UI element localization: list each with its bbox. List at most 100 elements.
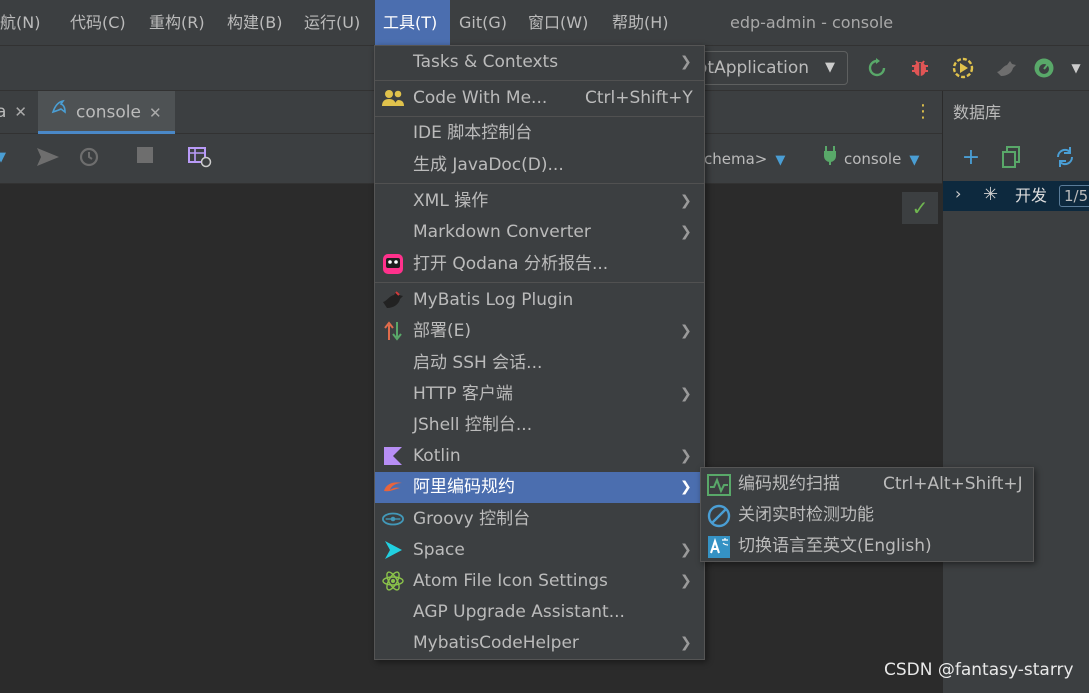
tab-console[interactable]: console ✕ — [38, 91, 175, 134]
chevron-down-icon: ▼ — [775, 153, 786, 168]
close-icon[interactable]: ✕ — [149, 104, 162, 122]
menu-item-label: 阿里编码规约 — [413, 477, 515, 497]
database-panel: 数据库 + › ✳ 开发 1/5 — [942, 91, 1089, 693]
users-icon — [382, 87, 404, 109]
menu-item-label: IDE 脚本控制台 — [413, 123, 533, 143]
menu-item-mybatis-log-plugin[interactable]: MyBatis Log Plugin — [375, 285, 704, 316]
chevron-right-icon[interactable]: › — [955, 184, 961, 203]
menu-item-label: Groovy 控制台 — [413, 509, 531, 529]
chevron-down-icon[interactable]: ▼ — [0, 150, 6, 165]
menu-item-label: Markdown Converter — [413, 222, 591, 242]
menu-tools[interactable]: 工具(T) — [375, 0, 450, 45]
scan-chart-icon — [707, 473, 731, 497]
settings-table-icon[interactable] — [188, 146, 212, 173]
menu-item-groovy-console[interactable]: Groovy 控制台 — [375, 504, 704, 535]
submenu-item-disable-realtime[interactable]: 关闭实时检测功能 — [701, 500, 1033, 531]
tree-row-dev[interactable]: › ✳ 开发 1/5 — [943, 181, 1089, 211]
atom-icon — [382, 570, 404, 592]
separator — [375, 183, 704, 184]
checkmark-icon: ✓ — [902, 192, 938, 224]
coverage-icon[interactable] — [951, 56, 975, 80]
run-configuration-select[interactable]: otApplication ▼ — [690, 51, 848, 85]
menu-item-jshell-console[interactable]: JShell 控制台... — [375, 410, 704, 441]
menu-item-http-client[interactable]: HTTP 客户端 ❯ — [375, 379, 704, 410]
alibaba-icon — [382, 476, 404, 498]
close-icon[interactable]: ✕ — [14, 103, 27, 121]
menu-item-qodana-report[interactable]: 打开 Qodana 分析报告... — [375, 249, 704, 280]
menu-item-label: 启动 SSH 会话... — [413, 353, 543, 373]
more-options-icon[interactable]: ⋮ — [914, 101, 932, 123]
prohibited-icon — [707, 504, 731, 528]
tab-label: console — [76, 102, 141, 123]
schema-label: chema> — [704, 150, 768, 168]
menu-bar: 导航(N) 代码(C) 重构(R) 构建(B) 运行(U) 工具(T) Git(… — [0, 0, 1089, 45]
session-select[interactable]: console ▼ — [824, 134, 919, 186]
menu-item-tasks-contexts[interactable]: Tasks & Contexts ❯ — [375, 47, 704, 78]
bird-icon — [382, 289, 404, 311]
menu-item-atom-file-icon-settings[interactable]: Atom File Icon Settings ❯ — [375, 566, 704, 597]
chevron-right-icon: ❯ — [680, 448, 692, 464]
menu-run[interactable]: 运行(U) — [304, 0, 360, 45]
shortcut-label: Ctrl+Alt+Shift+J — [883, 474, 1023, 494]
alibaba-submenu: 编码规约扫描 Ctrl+Alt+Shift+J 关闭实时检测功能 切换语言至英文… — [700, 467, 1034, 562]
menu-item-label: Atom File Icon Settings — [413, 571, 608, 591]
menu-item-deployment[interactable]: 部署(E) ❯ — [375, 316, 704, 347]
submenu-item-label: 切换语言至英文(English) — [738, 536, 932, 556]
execute-icon[interactable] — [36, 146, 60, 173]
schema-select[interactable]: chema> ▼ — [704, 134, 785, 186]
menu-navigate[interactable]: 导航(N) — [0, 0, 40, 45]
copy-icon[interactable] — [999, 145, 1023, 169]
menu-help[interactable]: 帮助(H) — [612, 0, 669, 45]
menu-item-alibaba-coding-guidelines[interactable]: 阿里编码规约 ❯ — [375, 472, 704, 503]
menu-item-code-with-me[interactable]: Code With Me... Ctrl+Shift+Y — [375, 83, 704, 114]
kotlin-icon — [382, 445, 404, 467]
history-icon[interactable] — [78, 146, 100, 173]
plug-icon — [822, 135, 838, 185]
menu-item-kotlin[interactable]: Kotlin ❯ — [375, 441, 704, 472]
menu-item-label: HTTP 客户端 — [413, 384, 513, 404]
shortcut-label: Ctrl+Shift+Y — [585, 88, 693, 108]
qodana-icon — [382, 253, 404, 275]
menu-item-ide-script-console[interactable]: IDE 脚本控制台 — [375, 118, 704, 149]
tools-menu: Tasks & Contexts ❯ Code With Me... Ctrl+… — [374, 45, 705, 660]
loading-spinner-icon: ✳ — [983, 184, 999, 205]
stop-icon[interactable] — [136, 146, 154, 169]
chevron-right-icon: ❯ — [680, 573, 692, 589]
menu-build[interactable]: 构建(B) — [227, 0, 282, 45]
menu-item-space[interactable]: Space ❯ — [375, 535, 704, 566]
menu-item-xml-actions[interactable]: XML 操作 ❯ — [375, 186, 704, 217]
menu-item-label: AGP Upgrade Assistant... — [413, 602, 625, 622]
menu-code[interactable]: 代码(C) — [70, 0, 126, 45]
submenu-item-switch-language[interactable]: 切换语言至英文(English) — [701, 531, 1033, 562]
menu-item-markdown-converter[interactable]: Markdown Converter ❯ — [375, 217, 704, 248]
panel-title: 数据库 — [953, 103, 1002, 122]
menu-window[interactable]: 窗口(W) — [528, 0, 588, 45]
tab-previous[interactable]: a ✕ — [0, 91, 27, 134]
profile-icon[interactable] — [994, 56, 1018, 80]
chevron-down-icon[interactable]: ▼ — [1064, 56, 1088, 80]
chevron-right-icon: ❯ — [680, 224, 692, 240]
dashboard-icon[interactable] — [1032, 56, 1056, 80]
add-icon[interactable]: + — [959, 145, 983, 170]
menu-item-label: 打开 Qodana 分析报告... — [413, 254, 609, 274]
menu-git[interactable]: Git(G) — [459, 0, 507, 45]
menu-item-generate-javadoc[interactable]: 生成 JavaDoc(D)... — [375, 150, 704, 181]
menu-item-label: Space — [413, 540, 465, 560]
submenu-item-coding-scan[interactable]: 编码规约扫描 Ctrl+Alt+Shift+J — [701, 469, 1033, 500]
menu-item-label: MybatisCodeHelper — [413, 633, 579, 653]
run-configuration-label: otApplication — [697, 58, 810, 78]
watermark: CSDN @fantasy-starry — [884, 660, 1074, 680]
menu-item-ssh-session[interactable]: 启动 SSH 会话... — [375, 348, 704, 379]
menu-item-mybatis-code-helper[interactable]: MybatisCodeHelper ❯ — [375, 628, 704, 659]
session-label: console — [844, 150, 902, 168]
submenu-item-label: 关闭实时检测功能 — [738, 505, 874, 525]
menu-refactor[interactable]: 重构(R) — [149, 0, 205, 45]
refresh-icon[interactable] — [1053, 145, 1077, 169]
database-console-icon — [50, 91, 70, 134]
rerun-icon[interactable] — [865, 56, 889, 80]
deploy-arrows-icon — [382, 320, 404, 342]
menu-item-agp-upgrade-assistant[interactable]: AGP Upgrade Assistant... — [375, 597, 704, 628]
menu-item-label: Code With Me... — [413, 88, 548, 108]
database-toolbar: + — [943, 135, 1089, 181]
debug-icon[interactable] — [908, 56, 932, 80]
